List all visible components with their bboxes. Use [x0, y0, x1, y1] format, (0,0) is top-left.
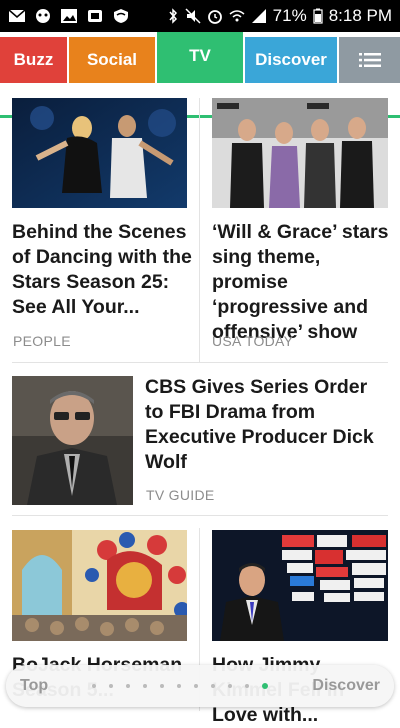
mail-icon — [8, 9, 26, 22]
article-thumbnail — [12, 376, 133, 505]
tab-buzz-label: Buzz — [13, 50, 54, 69]
page-dot — [92, 684, 97, 688]
bottom-navigation-bar: Top Discover — [6, 665, 394, 707]
category-tabs: Buzz Social TV Discover — [0, 32, 400, 118]
battery-percent: 71% — [272, 6, 307, 25]
article-headline: CBS Gives Series Order to FBI Drama from… — [145, 376, 374, 473]
article-card-3[interactable]: CBS Gives Series Order to FBI Drama from… — [0, 363, 400, 515]
article-card-1[interactable]: Behind the Scenes of Dancing with the St… — [0, 86, 199, 362]
page-dot — [211, 684, 216, 688]
page-dot — [143, 684, 148, 688]
article-source: PEOPLE — [13, 333, 71, 349]
page-dot — [228, 684, 233, 688]
page-dot — [245, 684, 250, 688]
list-menu-icon — [358, 53, 381, 67]
menu-button[interactable] — [339, 37, 400, 83]
tab-buzz[interactable]: Buzz — [0, 37, 67, 83]
tab-discover[interactable]: Discover — [245, 37, 337, 83]
wifi-icon — [229, 10, 245, 22]
article-thumbnail — [12, 98, 187, 208]
article-card-2[interactable]: ‘Will & Grace’ stars sing theme, promise… — [200, 86, 400, 362]
article-headline: ‘Will & Grace’ stars sing theme, promise… — [212, 221, 389, 343]
bluetooth-icon — [169, 8, 177, 24]
page-dot — [126, 684, 131, 688]
article-source: TV GUIDE — [146, 487, 215, 503]
clock: 8:18 PM — [328, 6, 392, 25]
alarm-icon — [207, 10, 222, 24]
article-thumbnail — [212, 530, 388, 641]
tab-tv-label: TV — [189, 46, 211, 65]
page-dot — [177, 684, 182, 688]
page-dot — [109, 684, 114, 688]
page-dot — [194, 684, 199, 688]
status-bar: 71% 8:18 PM — [0, 0, 400, 32]
article-thumbnail — [212, 98, 388, 208]
battery-icon — [313, 8, 323, 24]
tab-discover-label: Discover — [255, 50, 327, 69]
tab-social[interactable]: Social — [69, 37, 155, 83]
tab-social-label: Social — [86, 50, 138, 69]
top-button[interactable]: Top — [20, 677, 48, 695]
article-thumbnail — [12, 530, 187, 641]
article-source: USA TODAY — [212, 333, 294, 349]
page-dot — [160, 684, 165, 688]
mute-icon — [185, 8, 201, 24]
article-headline: Behind the Scenes of Dancing with the St… — [12, 221, 192, 318]
signal-icon — [251, 9, 266, 23]
page-dot-active — [262, 683, 269, 689]
page-indicator — [48, 683, 312, 689]
app-notification-icon — [36, 9, 50, 23]
image-icon — [61, 9, 77, 23]
discover-button[interactable]: Discover — [312, 677, 380, 695]
shield-icon — [114, 9, 128, 23]
tab-tv[interactable]: TV — [157, 32, 243, 83]
data-icon — [88, 10, 102, 22]
